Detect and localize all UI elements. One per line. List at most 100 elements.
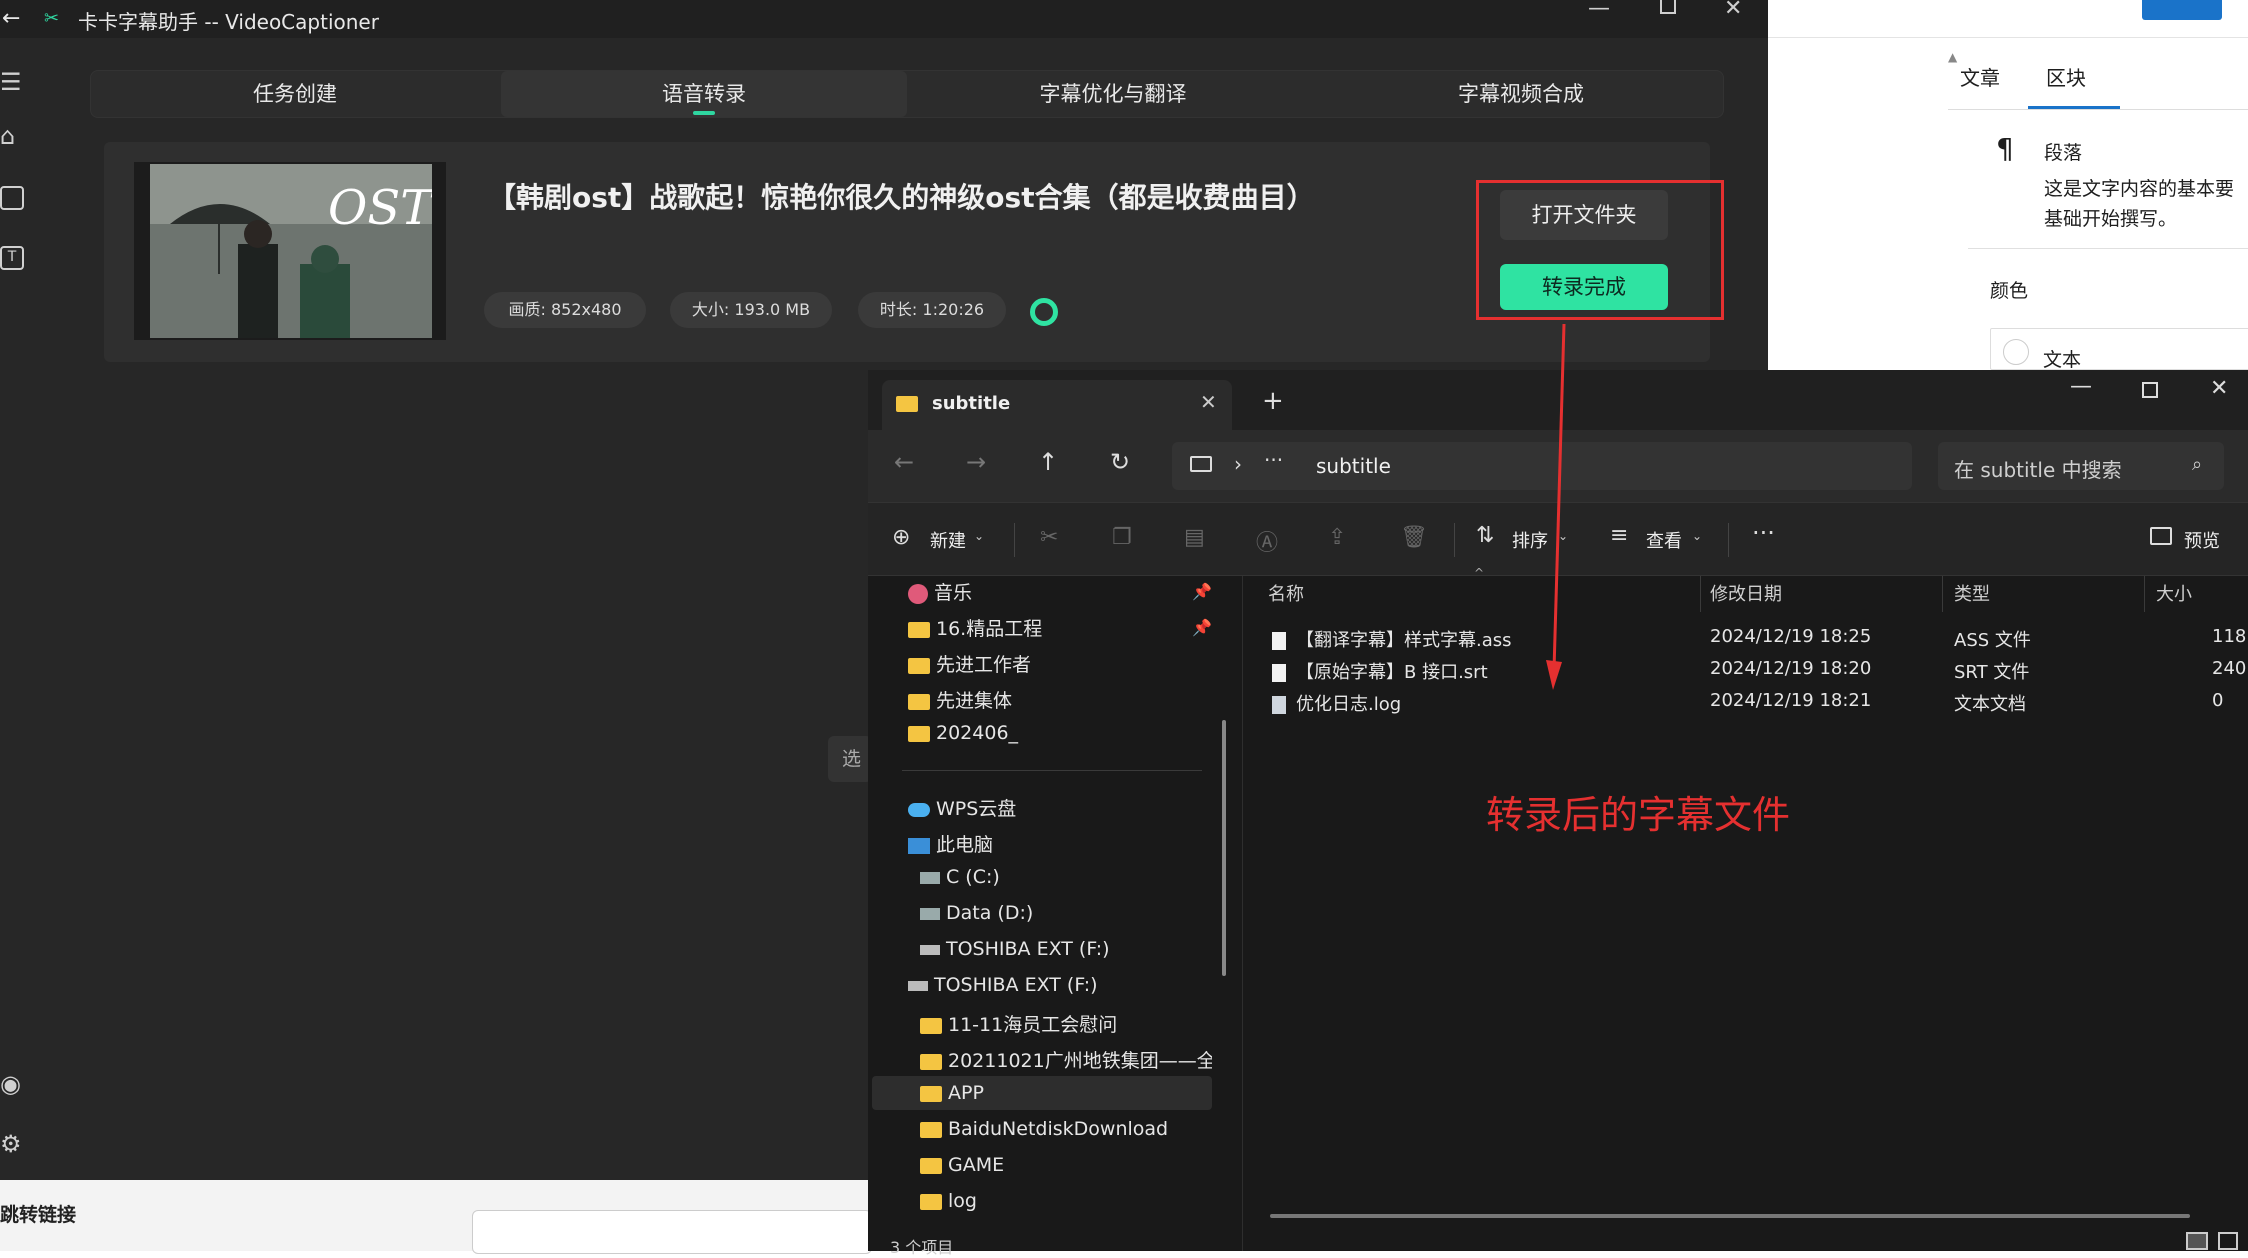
text-color-option[interactable]: 文本 [1990,328,2248,371]
main-tabs: 任务创建 语音转录 字幕优化与翻译 字幕视频合成 [90,70,1724,118]
nav-item-16[interactable]: 16.精品工程 [908,614,1042,644]
column-divider[interactable] [2144,576,2145,612]
more-options-icon[interactable]: ··· [1752,519,1775,547]
tab-subtitle-optimize[interactable]: 字幕优化与翻译 [909,71,1317,117]
paragraph-icon: ¶ [1996,132,2014,165]
chevron-down-icon: ⌄ [1692,529,1703,543]
nav-scrollbar[interactable] [1222,720,1226,976]
file-row[interactable]: 优化日志.log 2024/12/19 18:21 文本文档 0 [1268,688,2248,718]
nav-back-icon[interactable]: ← [894,448,914,476]
nav-item-app[interactable]: APP [920,1082,984,1112]
file-row[interactable]: 【原始字幕】B 接口.srt 2024/12/19 18:20 SRT 文件 2… [1268,656,2248,686]
app-titlebar: ← ✂ 卡卡字幕助手 -- VideoCaptioner — ✕ [0,0,1768,38]
breadcrumb-subtitle[interactable]: subtitle [1316,454,1391,478]
explorer-tab-title: subtitle [932,393,1011,414]
nav-label: 20211021广州地铁集团——全ģ [948,1050,1212,1072]
tab-close-icon[interactable]: ✕ [1200,390,1217,414]
nav-forward-icon[interactable]: → [966,448,986,476]
file-type: ASS 文件 [1954,630,2031,651]
column-divider[interactable] [1700,576,1701,612]
nav-item-this-pc[interactable]: 此电脑 [908,830,993,860]
nav-item-collective[interactable]: 先进集体 [908,686,1012,716]
share-icon[interactable]: ⇪ [1328,525,1346,550]
nav-item-2021[interactable]: 20211021广州地铁集团——全ģ [920,1046,1212,1076]
preview-button[interactable]: 预览 [2184,527,2220,553]
folder-icon [920,1017,942,1034]
cmd-divider [1014,523,1015,557]
new-plus-icon[interactable]: ⊕ [892,525,910,550]
refresh-icon[interactable]: ↻ [1110,448,1130,476]
chevron-right-icon: › [1234,452,1242,476]
tab-video-synthesis[interactable]: 字幕视频合成 [1317,71,1725,117]
back-arrow-icon[interactable]: ← [2,6,20,31]
explorer-tab[interactable]: subtitle ✕ [882,380,1232,430]
search-box[interactable]: 在 subtitle 中搜索 ⌕ [1938,442,2224,490]
minimize-icon[interactable]: — [1588,0,1610,21]
nav-item-d-drive[interactable]: Data (D:) [920,902,1033,932]
text-color-label: 文本 [2043,349,2082,371]
nav-label: 此电脑 [936,834,994,856]
panel-tab-article[interactable]: 文章 [1960,62,2000,91]
github-icon[interactable]: ◉ [0,1070,21,1098]
nav-item-wps[interactable]: WPS云盘 [908,794,1016,824]
new-button[interactable]: 新建 [930,527,966,553]
horizontal-scrollbar[interactable] [1270,1214,2190,1218]
nav-item-1111[interactable]: 11-11海员工会慰问 [920,1010,1117,1040]
update-button[interactable] [2142,0,2222,20]
copy-icon[interactable]: ❐ [1112,525,1132,550]
details-view-icon[interactable] [2186,1232,2208,1250]
file-row[interactable]: 【翻译字幕】样式字幕.ass 2024/12/19 18:25 ASS 文件 1… [1268,624,2248,654]
column-header-size[interactable]: 大小 [2156,580,2192,606]
app-sidebar: ☰ ⌂ T ◉ ⚙ [0,38,44,1180]
nav-label: 202406_ [936,722,1019,744]
column-header-date[interactable]: 修改日期 [1710,580,1782,606]
nav-item-f-drive[interactable]: TOSHIBA EXT (F:) [920,938,1110,968]
explorer-minimize-icon[interactable]: — [2070,374,2092,399]
menu-icon[interactable]: ☰ [0,68,22,96]
tiles-view-icon[interactable] [2218,1232,2238,1250]
nav-up-icon[interactable]: ↑ [1038,448,1058,476]
nav-item-202406[interactable]: 202406_ [908,722,1018,752]
column-header-type[interactable]: 类型 [1954,580,1990,606]
video-icon[interactable] [0,186,24,210]
new-tab-icon[interactable]: + [1262,386,1284,416]
pane-divider [1242,576,1243,1251]
file-date: 2024/12/19 18:20 [1710,658,1872,679]
sort-icon[interactable]: ⇅ [1476,523,1494,548]
nav-label: Data (D:) [946,902,1034,924]
nav-item-toshiba[interactable]: TOSHIBA EXT (F:) [908,974,1098,1004]
tab-task-create[interactable]: 任务创建 [91,71,499,117]
preview-pane-icon[interactable] [2150,527,2172,545]
file-name: 【翻译字幕】样式字幕.ass [1296,630,1512,651]
column-divider[interactable] [1942,576,1943,612]
nav-item-c-drive[interactable]: C (C:) [920,866,1000,896]
text-icon[interactable]: T [0,246,24,270]
nav-item-baidu[interactable]: BaiduNetdiskDownload [920,1118,1168,1148]
close-icon[interactable]: ✕ [1724,0,1742,21]
pc-icon [908,837,930,854]
hidden-button-fragment[interactable]: 选 [828,736,872,782]
settings-icon[interactable]: ⚙ [0,1130,22,1158]
rename-icon[interactable]: Ⓐ [1256,525,1278,557]
jump-link-input[interactable] [472,1210,872,1254]
column-header-name[interactable]: 名称 [1268,580,1304,606]
more-path-icon[interactable]: ··· [1264,448,1283,472]
paste-icon[interactable]: ▤ [1184,525,1205,550]
view-button[interactable]: 查看 [1646,527,1682,553]
panel-tab-block[interactable]: 区块 [2046,62,2086,91]
nav-item-music[interactable]: 音乐 [908,578,972,608]
view-icon[interactable]: ≡ [1610,523,1628,548]
delete-icon[interactable]: 🗑 [1400,525,1428,550]
explorer-maximize-icon[interactable] [2142,382,2158,398]
explorer-close-icon[interactable]: ✕ [2210,376,2228,401]
cut-icon[interactable]: ✂ [1040,525,1058,550]
maximize-icon[interactable] [1660,0,1676,14]
scroll-up-icon[interactable]: ▲ [1948,50,1957,64]
file-name-cell: 【翻译字幕】样式字幕.ass [1272,626,1512,652]
nav-item-worker[interactable]: 先进工作者 [908,650,1031,680]
nav-item-log[interactable]: log [920,1190,977,1220]
panel-divider [1968,248,2248,249]
home-icon[interactable]: ⌂ [0,122,15,150]
drive-icon [920,871,940,884]
nav-item-game[interactable]: GAME [920,1154,1004,1184]
